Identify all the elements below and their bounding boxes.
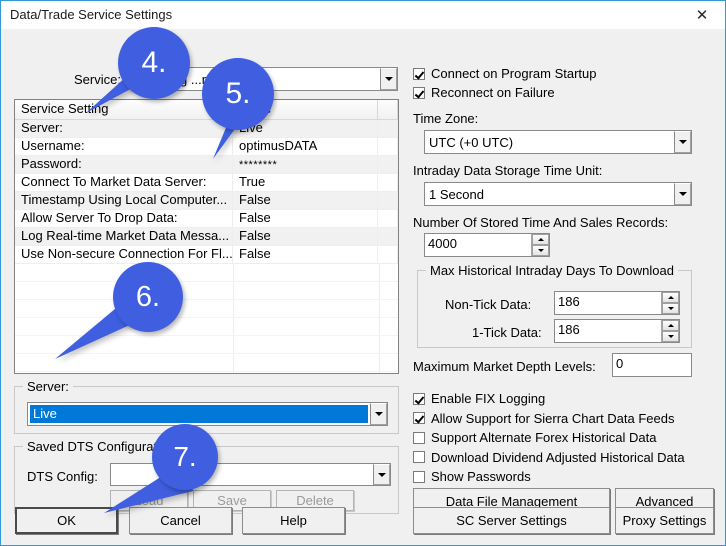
one-tick-value: 186 [558,322,580,337]
chevron-down-icon[interactable] [370,403,387,425]
one-tick-label: 1-Tick Data: [472,325,542,340]
time-zone-combobox[interactable]: UTC (+0 UTC) [424,130,692,154]
non-tick-stepper[interactable]: 186 [554,291,680,315]
setting-extra-cell [378,228,398,245]
stepper-buttons[interactable] [661,320,679,342]
title-bar: Data/Trade Service Settings ✕ [1,1,725,29]
time-zone-value: UTC (+0 UTC) [429,134,514,150]
chevron-down-icon[interactable] [380,68,397,90]
server-combobox[interactable]: Live [27,402,388,426]
server-group-title: Server: [23,379,73,394]
setting-extra-cell [378,246,398,263]
checkmark-icon [413,412,425,424]
help-button[interactable]: Help [242,507,345,534]
callout-7: 7. [152,424,218,490]
callout-5: 5. [202,58,274,130]
checkmark-icon [413,67,425,80]
stepper-up-icon[interactable] [662,292,679,303]
checkbox-label: Allow Support for Sierra Chart Data Feed… [431,410,675,426]
stepper-down-icon[interactable] [662,331,679,342]
checkmark-icon [413,86,425,99]
setting-extra-cell [378,210,398,227]
server-combobox-value: Live [30,405,368,423]
checkbox-connect-on-program-startup[interactable]: Connect on Program Startup [413,66,596,81]
stepper-down-icon[interactable] [532,245,549,256]
max-depth-input[interactable]: 0 [612,353,692,377]
chevron-down-icon[interactable] [674,183,691,205]
checkbox-reconnect-on-failure[interactable]: Reconnect on Failure [413,85,555,100]
setting-value-cell: False [233,210,378,227]
setting-name-cell: Allow Server To Drop Data: [15,210,233,227]
table-row[interactable]: Connect To Market Data Server: True [15,174,398,192]
callout-6: 6. [113,262,183,332]
proxy-settings-button[interactable]: Proxy Settings [615,507,714,534]
table-row[interactable]: Allow Server To Drop Data: False [15,210,398,228]
checkbox-support-alternate-forex-historical-data[interactable]: Support Alternate Forex Historical Data [413,430,656,445]
column-header-extra[interactable] [378,100,398,119]
checkmark-icon [413,392,425,405]
empty-checkbox-icon [413,470,425,483]
setting-value-cell: False [233,246,378,263]
chevron-down-icon[interactable] [674,131,691,153]
checkbox-label: Show Passwords [431,469,531,484]
setting-extra-cell [378,120,398,137]
table-row[interactable]: Timestamp Using Local Computer... False [15,192,398,210]
chevron-down-icon[interactable] [373,464,390,485]
setting-extra-cell [378,192,398,209]
dialog-window: Data/Trade Service Settings ✕ Service: [… [0,0,726,546]
callout-4: 4. [118,27,190,99]
checkbox-allow-support-for-sierra-chart-data-feeds[interactable]: Allow Support for Sierra Chart Data Feed… [413,411,675,426]
empty-checkbox-icon [413,451,425,463]
stored-records-label: Number Of Stored Time And Sales Records: [413,215,669,230]
non-tick-value: 186 [558,294,580,309]
table-row[interactable]: Log Real-time Market Data Messa... False [15,228,398,246]
checkbox-show-passwords[interactable]: Show Passwords [413,469,531,484]
empty-checkbox-icon [413,431,425,444]
setting-name-cell: Timestamp Using Local Computer... [15,192,233,209]
stepper-buttons[interactable] [661,292,679,314]
stored-records-stepper[interactable]: 4000 [424,233,550,257]
max-depth-label: Maximum Market Depth Levels: [413,359,596,374]
table-row[interactable]: Use Non-secure Connection For Fl... False [15,246,398,264]
checkbox-label: Reconnect on Failure [431,85,555,100]
checkbox-label: Support Alternate Forex Historical Data [431,430,657,445]
checkbox-label: Connect on Program Startup [431,66,597,81]
setting-value-cell: True [233,174,378,191]
sc-server-settings-button[interactable]: SC Server Settings [413,507,610,534]
setting-name-cell: Connect To Market Data Server: [15,174,233,191]
time-zone-label: Time Zone: [413,111,479,126]
setting-value-cell: False [233,192,378,209]
stored-records-value: 4000 [428,236,457,251]
setting-name-cell: Use Non-secure Connection For Fl... [15,246,233,263]
checkbox-enable-fix-logging[interactable]: Enable FIX Logging [413,391,545,406]
setting-extra-cell [378,138,398,155]
setting-extra-cell [378,156,398,173]
intraday-unit-label: Intraday Data Storage Time Unit: [413,163,603,178]
intraday-unit-value: 1 Second [429,186,484,202]
checkbox-label: Download Dividend Adjusted Historical Da… [431,449,685,465]
intraday-unit-combobox[interactable]: 1 Second [424,182,692,206]
checkbox-download-dividend-adjusted-historical-data[interactable]: Download Dividend Adjusted Historical Da… [413,450,685,465]
checkbox-label: Enable FIX Logging [431,391,546,406]
max-historical-days-title: Max Historical Intraday Days To Download [426,263,678,278]
setting-extra-cell [378,174,398,191]
one-tick-stepper[interactable]: 186 [554,319,680,343]
stepper-buttons[interactable] [531,234,549,256]
stepper-down-icon[interactable] [662,303,679,314]
setting-value-cell: False [233,228,378,245]
stepper-up-icon[interactable] [532,234,549,245]
setting-name-cell: Log Real-time Market Data Messa... [15,228,233,245]
window-title: Data/Trade Service Settings [10,7,173,22]
stepper-up-icon[interactable] [662,320,679,331]
non-tick-label: Non-Tick Data: [445,297,532,312]
close-icon[interactable]: ✕ [679,1,725,28]
